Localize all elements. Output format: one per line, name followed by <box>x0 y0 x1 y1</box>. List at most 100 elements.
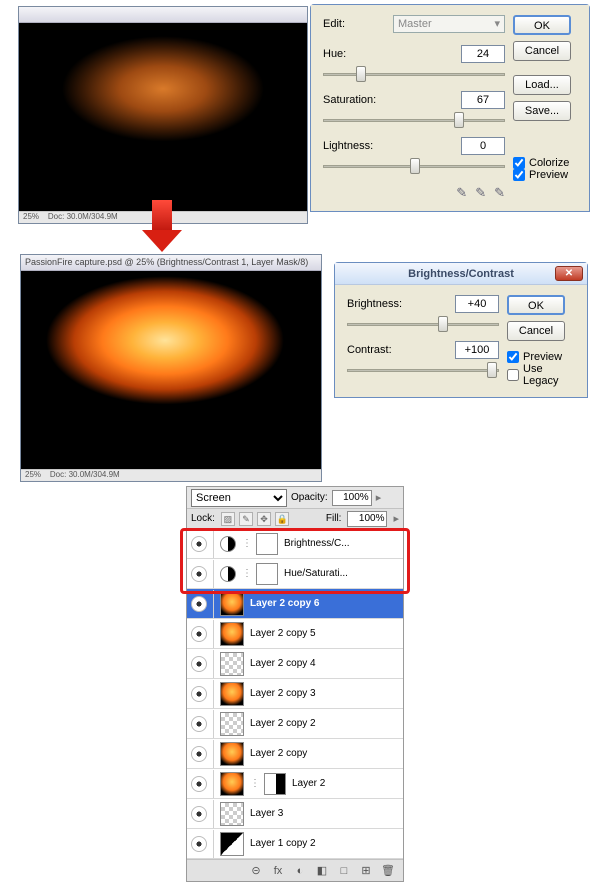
layer-thumbnail[interactable] <box>220 772 244 796</box>
layers-footer: ⊝ fx ◐ ◧ □ ⊞ 🗑 <box>187 859 403 881</box>
layer-row[interactable]: Layer 2 copy 4 <box>187 649 403 679</box>
close-button[interactable]: ✕ <box>555 266 583 281</box>
brightness-input[interactable]: +40 <box>455 295 499 313</box>
layer-row[interactable]: ⋮Layer 2 <box>187 769 403 799</box>
zoom-level: 25% <box>25 470 41 479</box>
layer-thumbnail[interactable] <box>220 802 244 826</box>
lightness-label: Lightness: <box>323 140 393 152</box>
document-titlebar: PassionFire capture.psd @ 25% (Brightnes… <box>21 255 321 271</box>
layer-name: Layer 2 copy 3 <box>250 688 399 699</box>
new-layer-icon[interactable]: ⊞ <box>359 864 373 878</box>
visibility-eye-icon[interactable] <box>191 566 207 582</box>
layer-row[interactable]: Layer 2 copy 2 <box>187 709 403 739</box>
layer-thumbnail[interactable] <box>220 742 244 766</box>
link-icon: ⋮ <box>242 538 250 549</box>
contrast-input[interactable]: +100 <box>455 341 499 359</box>
layers-topbar: Screen Opacity: 100% ▸ <box>187 487 403 509</box>
contrast-label: Contrast: <box>347 344 417 356</box>
layer-row[interactable]: ⋮ Brightness/C... <box>187 529 403 559</box>
layer-thumbnail[interactable] <box>220 832 244 856</box>
saturation-label: Saturation: <box>323 94 393 106</box>
load-button[interactable]: Load... <box>513 75 571 95</box>
visibility-eye-icon[interactable] <box>191 656 207 672</box>
layer-thumbnail[interactable] <box>220 592 244 616</box>
blend-mode-dropdown[interactable]: Screen <box>191 489 287 507</box>
eyedropper-minus-icon[interactable]: ✎ <box>494 185 505 201</box>
brightness-slider[interactable] <box>347 315 499 333</box>
lock-pixels-icon[interactable]: ✎ <box>239 512 253 526</box>
lock-position-icon[interactable]: ✥ <box>257 512 271 526</box>
lightness-slider[interactable] <box>323 157 505 175</box>
visibility-eye-icon[interactable] <box>191 536 207 552</box>
edit-dropdown[interactable]: Master ▾ <box>393 15 505 33</box>
visibility-eye-icon[interactable] <box>191 596 207 612</box>
hue-slider[interactable] <box>323 65 505 83</box>
lightness-input[interactable]: 0 <box>461 137 505 155</box>
hue-saturation-dialog: Edit: Master ▾ Hue: 24 Saturation: 67 <box>310 4 590 212</box>
layer-mask-thumb[interactable] <box>264 773 286 795</box>
layer-name: Layer 2 copy <box>250 748 399 759</box>
layer-thumbnail[interactable] <box>220 652 244 676</box>
visibility-eye-icon[interactable] <box>191 806 207 822</box>
preview-checkbox[interactable]: Preview <box>513 169 577 181</box>
visibility-eye-icon[interactable] <box>191 686 207 702</box>
doc-size: Doc: 30.0M/304.9M <box>48 212 118 221</box>
ok-button[interactable]: OK <box>507 295 565 315</box>
chevron-right-icon: ▸ <box>393 512 399 525</box>
layer-thumbnail[interactable] <box>220 622 244 646</box>
doc-size: Doc: 30.0M/304.9M <box>50 470 120 479</box>
document-window-before: 25% Doc: 30.0M/304.9M <box>18 6 308 224</box>
save-button[interactable]: Save... <box>513 101 571 121</box>
layer-mask-thumb[interactable] <box>256 533 278 555</box>
dialog-titlebar: Brightness/Contrast ✕ <box>335 263 587 285</box>
layer-thumbnail[interactable] <box>220 682 244 706</box>
layer-name: Brightness/C... <box>284 538 399 549</box>
opacity-label: Opacity: <box>291 492 328 503</box>
visibility-eye-icon[interactable] <box>191 836 207 852</box>
layer-row[interactable]: Layer 2 copy 3 <box>187 679 403 709</box>
eyedropper-plus-icon[interactable]: ✎ <box>475 185 486 201</box>
eyedropper-icon[interactable]: ✎ <box>456 185 467 201</box>
canvas <box>21 271 321 469</box>
adjustment-layer-icon[interactable]: ◧ <box>315 864 329 878</box>
layer-row[interactable]: Layer 1 copy 2 <box>187 829 403 859</box>
layer-mask-thumb[interactable] <box>256 563 278 585</box>
trash-icon[interactable]: 🗑 <box>381 864 395 878</box>
layer-row[interactable]: Layer 2 copy 5 <box>187 619 403 649</box>
link-icon: ⋮ <box>242 568 250 579</box>
visibility-eye-icon[interactable] <box>191 716 207 732</box>
lock-all-icon[interactable]: 🔒 <box>275 512 289 526</box>
layer-row[interactable]: Layer 3 <box>187 799 403 829</box>
layer-row[interactable]: Layer 2 copy 6 <box>187 589 403 619</box>
hue-label: Hue: <box>323 48 393 60</box>
opacity-input[interactable]: 100% <box>332 490 372 506</box>
visibility-eye-icon[interactable] <box>191 626 207 642</box>
fill-input[interactable]: 100% <box>347 511 387 527</box>
colorize-checkbox[interactable]: Colorize <box>513 157 577 169</box>
cancel-button[interactable]: Cancel <box>507 321 565 341</box>
ok-button[interactable]: OK <box>513 15 571 35</box>
workflow-arrow <box>142 200 182 252</box>
use-legacy-checkbox[interactable]: Use Legacy <box>507 363 575 387</box>
group-icon[interactable]: □ <box>337 864 351 878</box>
visibility-eye-icon[interactable] <box>191 746 207 762</box>
saturation-input[interactable]: 67 <box>461 91 505 109</box>
lock-transparency-icon[interactable]: ▨ <box>221 512 235 526</box>
layer-effects-icon[interactable]: fx <box>271 864 285 878</box>
visibility-eye-icon[interactable] <box>191 776 207 792</box>
hue-input[interactable]: 24 <box>461 45 505 63</box>
layer-thumbnail[interactable] <box>220 712 244 736</box>
layer-row[interactable]: Layer 2 copy <box>187 739 403 769</box>
saturation-slider[interactable] <box>323 111 505 129</box>
layer-row[interactable]: ⋮Hue/Saturati... <box>187 559 403 589</box>
link-layers-icon[interactable]: ⊝ <box>249 864 263 878</box>
layer-mask-icon[interactable]: ◐ <box>293 864 307 878</box>
adjustment-layer-icon <box>220 536 236 552</box>
lock-label: Lock: <box>191 513 215 524</box>
contrast-slider[interactable] <box>347 361 499 379</box>
document-titlebar <box>19 7 307 23</box>
preview-checkbox[interactable]: Preview <box>507 351 575 363</box>
layers-panel: Screen Opacity: 100% ▸ Lock: ▨ ✎ ✥ 🔒 Fil… <box>186 486 404 882</box>
cancel-button[interactable]: Cancel <box>513 41 571 61</box>
document-window-after: PassionFire capture.psd @ 25% (Brightnes… <box>20 254 322 482</box>
